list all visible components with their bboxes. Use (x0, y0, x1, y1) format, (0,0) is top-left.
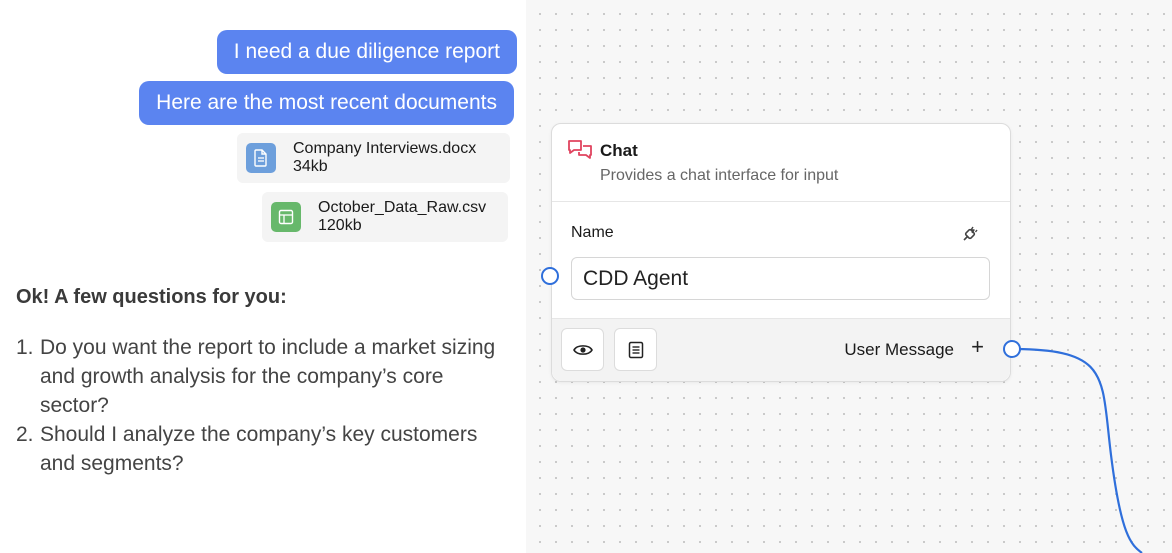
list-number: 1. (16, 336, 34, 359)
name-field-label: Name (571, 224, 614, 241)
eye-icon (572, 344, 593, 355)
attachment-size: 34kb (293, 158, 328, 175)
spreadsheet-icon (271, 202, 301, 232)
node-subtitle: Provides a chat interface for input (600, 167, 839, 184)
attachment-name: October_Data_Raw.csv (318, 199, 487, 216)
list-item: 1. Do you want the report to include a m… (16, 333, 516, 420)
chat-node[interactable]: Chat Provides a chat interface for input… (541, 123, 1021, 382)
document-icon (246, 143, 276, 173)
question-text: Do you want the report to include a mark… (40, 336, 496, 417)
output-port[interactable] (1003, 340, 1021, 358)
chat-bubbles-icon (568, 140, 592, 159)
node-body: Name (552, 202, 1010, 319)
input-port[interactable] (541, 267, 559, 285)
user-message-bubble: Here are the most recent documents (139, 81, 514, 125)
attachment-name: Company Interviews.docx (293, 140, 477, 157)
attachment-card[interactable]: October_Data_Raw.csv 120kb (262, 192, 508, 242)
add-output-button[interactable]: + (971, 335, 984, 359)
node-title: Chat (600, 141, 638, 160)
list-number: 2. (16, 423, 34, 446)
list-item: 2. Should I analyze the company’s key cu… (16, 420, 516, 478)
chat-pane: I need a due diligence report Here are t… (0, 0, 526, 553)
plug-icon[interactable] (958, 222, 982, 246)
preview-button[interactable] (561, 328, 604, 371)
document-list-icon (628, 341, 643, 358)
attachment-card[interactable]: Company Interviews.docx 34kb (237, 133, 510, 183)
node-footer: User Message + (552, 318, 1010, 381)
question-text: Should I analyze the company’s key custo… (40, 423, 478, 475)
assistant-reply-title: Ok! A few questions for you: (16, 286, 287, 308)
flow-canvas[interactable]: Chat Provides a chat interface for input… (526, 0, 1172, 553)
notes-button[interactable] (614, 328, 657, 371)
edge-path (1009, 347, 1143, 553)
attachment-size: 120kb (318, 217, 362, 234)
question-list: 1. Do you want the report to include a m… (16, 333, 516, 478)
user-message-bubble: I need a due diligence report (216, 30, 517, 74)
name-input[interactable] (571, 257, 990, 300)
output-label: User Message (844, 340, 954, 359)
node-header: Chat Provides a chat interface for input (552, 124, 1010, 202)
